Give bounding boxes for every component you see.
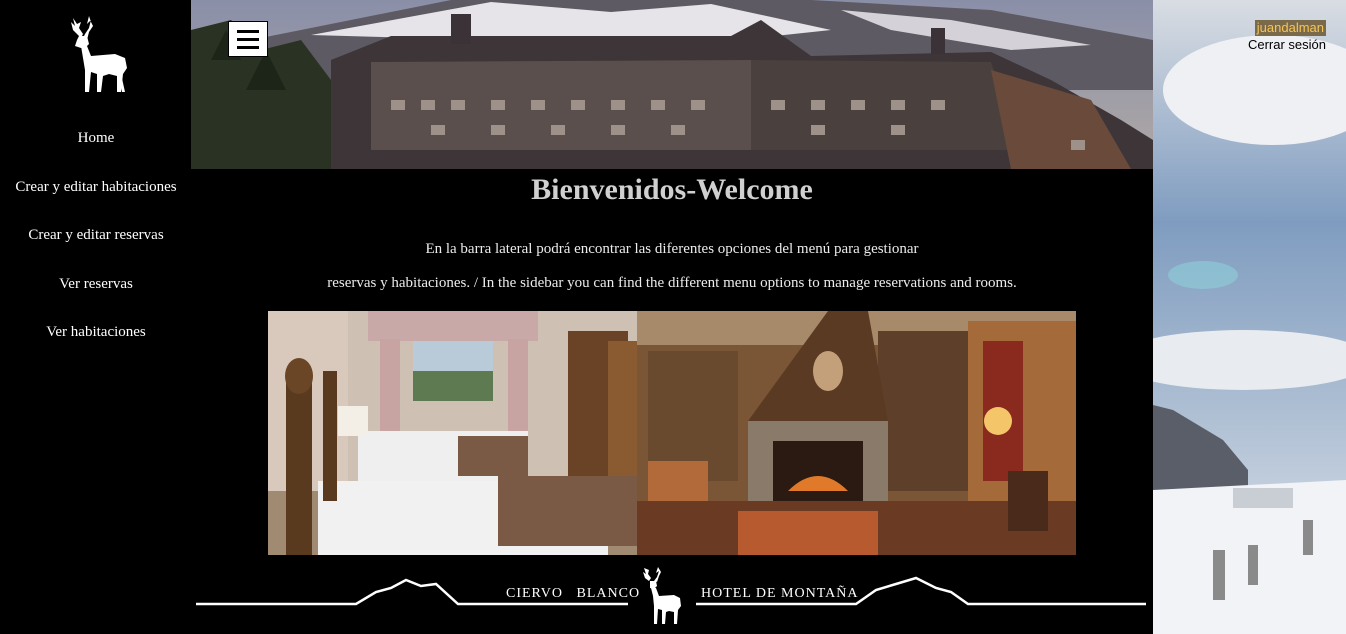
intro-text: En la barra lateral podrá encontrar las …	[191, 232, 1153, 300]
sidebar-item-ver-reservas[interactable]: Ver reservas	[0, 274, 192, 323]
intro-line-2: reservas y habitaciones. / In the sideba…	[327, 275, 1017, 291]
sidebar-item-crear-editar-habitaciones[interactable]: Crear y editar habitaciones	[0, 177, 192, 226]
footer-brand-left: CIERVO BLANCO	[506, 586, 641, 601]
deer-footer-icon	[643, 567, 681, 624]
bedroom-photo	[268, 311, 638, 555]
hotel-photos	[268, 311, 1076, 555]
footer-brand-right: HOTEL DE MONTAÑA	[701, 586, 859, 601]
hamburger-icon	[237, 30, 259, 33]
logout-link[interactable]: Cerrar sesión	[1248, 37, 1326, 52]
sidebar-item-crear-editar-reservas[interactable]: Crear y editar reservas	[0, 225, 192, 274]
sidebar-item-home[interactable]: Home	[0, 128, 192, 177]
deer-logo-icon	[71, 16, 127, 92]
sidebar-nav: Home Crear y editar habitaciones Crear y…	[0, 128, 192, 371]
footer-brand: CIERVO BLANCO HOTEL DE MONTAÑA	[196, 562, 1148, 628]
sidebar-item-ver-habitaciones[interactable]: Ver habitaciones	[0, 322, 192, 371]
menu-toggle-button[interactable]	[228, 21, 268, 57]
sidebar: Home Crear y editar habitaciones Crear y…	[0, 0, 192, 634]
living-room-fireplace-photo	[637, 311, 1076, 555]
right-side-background: juandalman Cerrar sesión	[1153, 0, 1346, 634]
intro-line-1: En la barra lateral podrá encontrar las …	[425, 241, 919, 257]
header-banner-image	[191, 0, 1153, 169]
page-title: Bienvenidos-Welcome	[531, 173, 813, 206]
username-link[interactable]: juandalman	[1254, 20, 1326, 36]
